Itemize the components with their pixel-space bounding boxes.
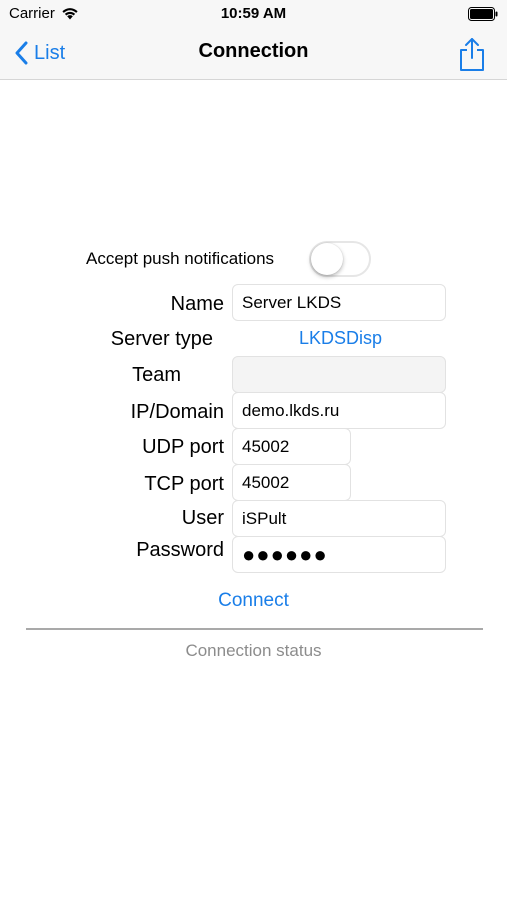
- udp-port-field[interactable]: 45002: [232, 428, 351, 465]
- divider: [26, 628, 483, 630]
- connect-button[interactable]: Connect: [0, 590, 507, 612]
- user-value: iSPult: [242, 508, 287, 528]
- push-notifications-toggle[interactable]: [309, 241, 371, 277]
- ip-domain-value: demo.lkds.ru: [242, 400, 340, 420]
- battery-icon: [468, 7, 498, 21]
- connection-status-text: Connection status: [185, 641, 322, 660]
- udp-port-value: 45002: [242, 436, 290, 456]
- server-type-label: Server type: [110, 328, 213, 350]
- user-label: User: [181, 507, 224, 529]
- ip-domain-field[interactable]: demo.lkds.ru: [232, 392, 446, 429]
- password-label: Password: [136, 539, 224, 561]
- password-value: ●●●●●●: [242, 541, 328, 567]
- navigation-bar: List Connection: [0, 28, 507, 80]
- team-label: Team: [132, 364, 181, 386]
- team-field[interactable]: [232, 356, 446, 393]
- server-type-selector[interactable]: LKDSDisp: [299, 328, 382, 349]
- page-title: Connection: [198, 40, 309, 62]
- toggle-knob: [311, 243, 343, 275]
- tcp-port-field[interactable]: 45002: [232, 464, 351, 501]
- status-bar: Carrier 10:59 AM: [0, 0, 507, 28]
- share-icon[interactable]: [457, 36, 487, 72]
- tcp-port-value: 45002: [242, 472, 290, 492]
- name-value: Server LKDS: [242, 292, 342, 312]
- ip-domain-label: IP/Domain: [130, 401, 224, 423]
- password-field[interactable]: ●●●●●●: [232, 536, 446, 573]
- status-time: 10:59 AM: [220, 5, 287, 22]
- udp-port-label: UDP port: [142, 436, 224, 458]
- tcp-port-label: TCP port: [144, 473, 224, 495]
- push-notifications-label: Accept push notifications: [86, 249, 275, 268]
- name-field[interactable]: Server LKDS: [232, 284, 446, 321]
- user-field[interactable]: iSPult: [232, 500, 446, 537]
- name-label: Name: [170, 293, 224, 315]
